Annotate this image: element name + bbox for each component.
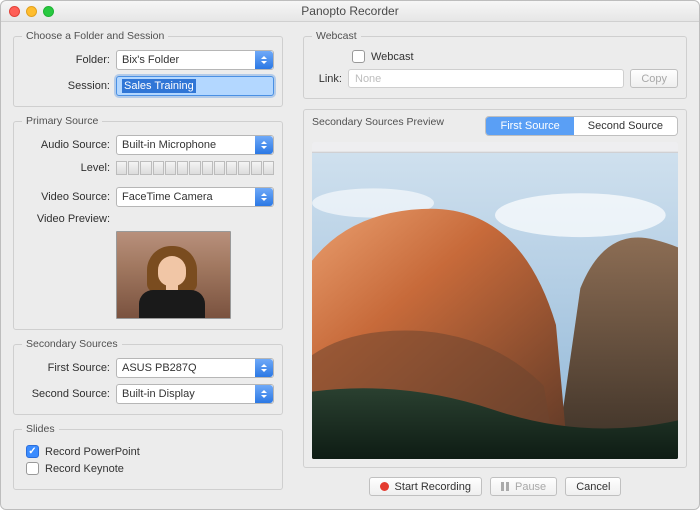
pause-button[interactable]: Pause	[490, 477, 557, 496]
desktop-wallpaper-icon	[312, 142, 678, 459]
app-window: Panopto Recorder Choose a Folder and Ses…	[0, 0, 700, 510]
session-label: Session:	[22, 80, 110, 92]
chevron-updown-icon	[255, 136, 273, 154]
link-input[interactable]: None	[348, 69, 624, 88]
chevron-updown-icon	[255, 188, 273, 206]
primary-source-group: Primary Source Audio Source: Built-in Mi…	[13, 115, 283, 330]
pause-icon	[501, 482, 509, 491]
secondary-preview-group: Secondary Sources Preview First Source S…	[303, 109, 687, 468]
webcast-checkbox[interactable]	[352, 50, 365, 63]
video-label: Video Source:	[22, 191, 110, 203]
slides-group: Slides Record PowerPoint Record Keynote	[13, 423, 283, 490]
audio-select[interactable]: Built-in Microphone	[116, 135, 274, 155]
chevron-updown-icon	[255, 359, 273, 377]
folder-label: Folder:	[22, 54, 110, 66]
first-source-select[interactable]: ASUS PB287Q	[116, 358, 274, 378]
first-source-label: First Source:	[22, 362, 110, 374]
webcast-check-label: Webcast	[371, 51, 414, 63]
footer-controls: Start Recording Pause Cancel	[303, 468, 687, 499]
record-powerpoint-checkbox[interactable]	[26, 445, 39, 458]
start-recording-label: Start Recording	[395, 481, 471, 493]
title-bar: Panopto Recorder	[1, 1, 699, 22]
second-source-value: Built-in Display	[122, 388, 195, 400]
slides-legend: Slides	[22, 423, 59, 435]
secondary-preview-image	[312, 142, 678, 459]
audio-value: Built-in Microphone	[122, 139, 216, 151]
window-title: Panopto Recorder	[1, 4, 699, 18]
session-value: Sales Training	[122, 79, 196, 93]
tab-second-source[interactable]: Second Source	[574, 117, 677, 135]
record-keynote-checkbox[interactable]	[26, 462, 39, 475]
pause-label: Pause	[515, 481, 546, 493]
second-source-select[interactable]: Built-in Display	[116, 384, 274, 404]
record-powerpoint-label: Record PowerPoint	[45, 446, 140, 458]
video-preview-label: Video Preview:	[22, 213, 110, 225]
session-input[interactable]: Sales Training	[116, 76, 274, 96]
level-label: Level:	[22, 162, 110, 174]
webcast-legend: Webcast	[312, 30, 361, 42]
primary-legend: Primary Source	[22, 115, 102, 127]
second-source-label: Second Source:	[22, 388, 110, 400]
link-placeholder: None	[355, 73, 381, 85]
folder-session-group: Choose a Folder and Session Folder: Bix'…	[13, 30, 283, 107]
preview-legend: Secondary Sources Preview	[312, 116, 444, 128]
copy-button[interactable]: Copy	[630, 69, 678, 88]
chevron-updown-icon	[255, 385, 273, 403]
chevron-updown-icon	[255, 51, 273, 69]
video-value: FaceTime Camera	[122, 191, 213, 203]
video-select[interactable]: FaceTime Camera	[116, 187, 274, 207]
first-source-value: ASUS PB287Q	[122, 362, 197, 374]
preview-tabs: First Source Second Source	[485, 116, 678, 136]
secondary-sources-group: Secondary Sources First Source: ASUS PB2…	[13, 338, 283, 415]
folder-value: Bix's Folder	[122, 54, 179, 66]
start-recording-button[interactable]: Start Recording	[369, 477, 482, 496]
audio-label: Audio Source:	[22, 139, 110, 151]
folder-session-legend: Choose a Folder and Session	[22, 30, 168, 42]
record-icon	[380, 482, 389, 491]
secondary-legend: Secondary Sources	[22, 338, 122, 350]
folder-select[interactable]: Bix's Folder	[116, 50, 274, 70]
webcast-group: Webcast Webcast Link: None Copy	[303, 30, 687, 99]
cancel-button[interactable]: Cancel	[565, 477, 621, 496]
tab-first-source[interactable]: First Source	[486, 117, 573, 135]
link-label: Link:	[312, 73, 342, 85]
video-preview	[116, 231, 231, 319]
audio-level-meter	[116, 161, 274, 175]
record-keynote-label: Record Keynote	[45, 463, 124, 475]
